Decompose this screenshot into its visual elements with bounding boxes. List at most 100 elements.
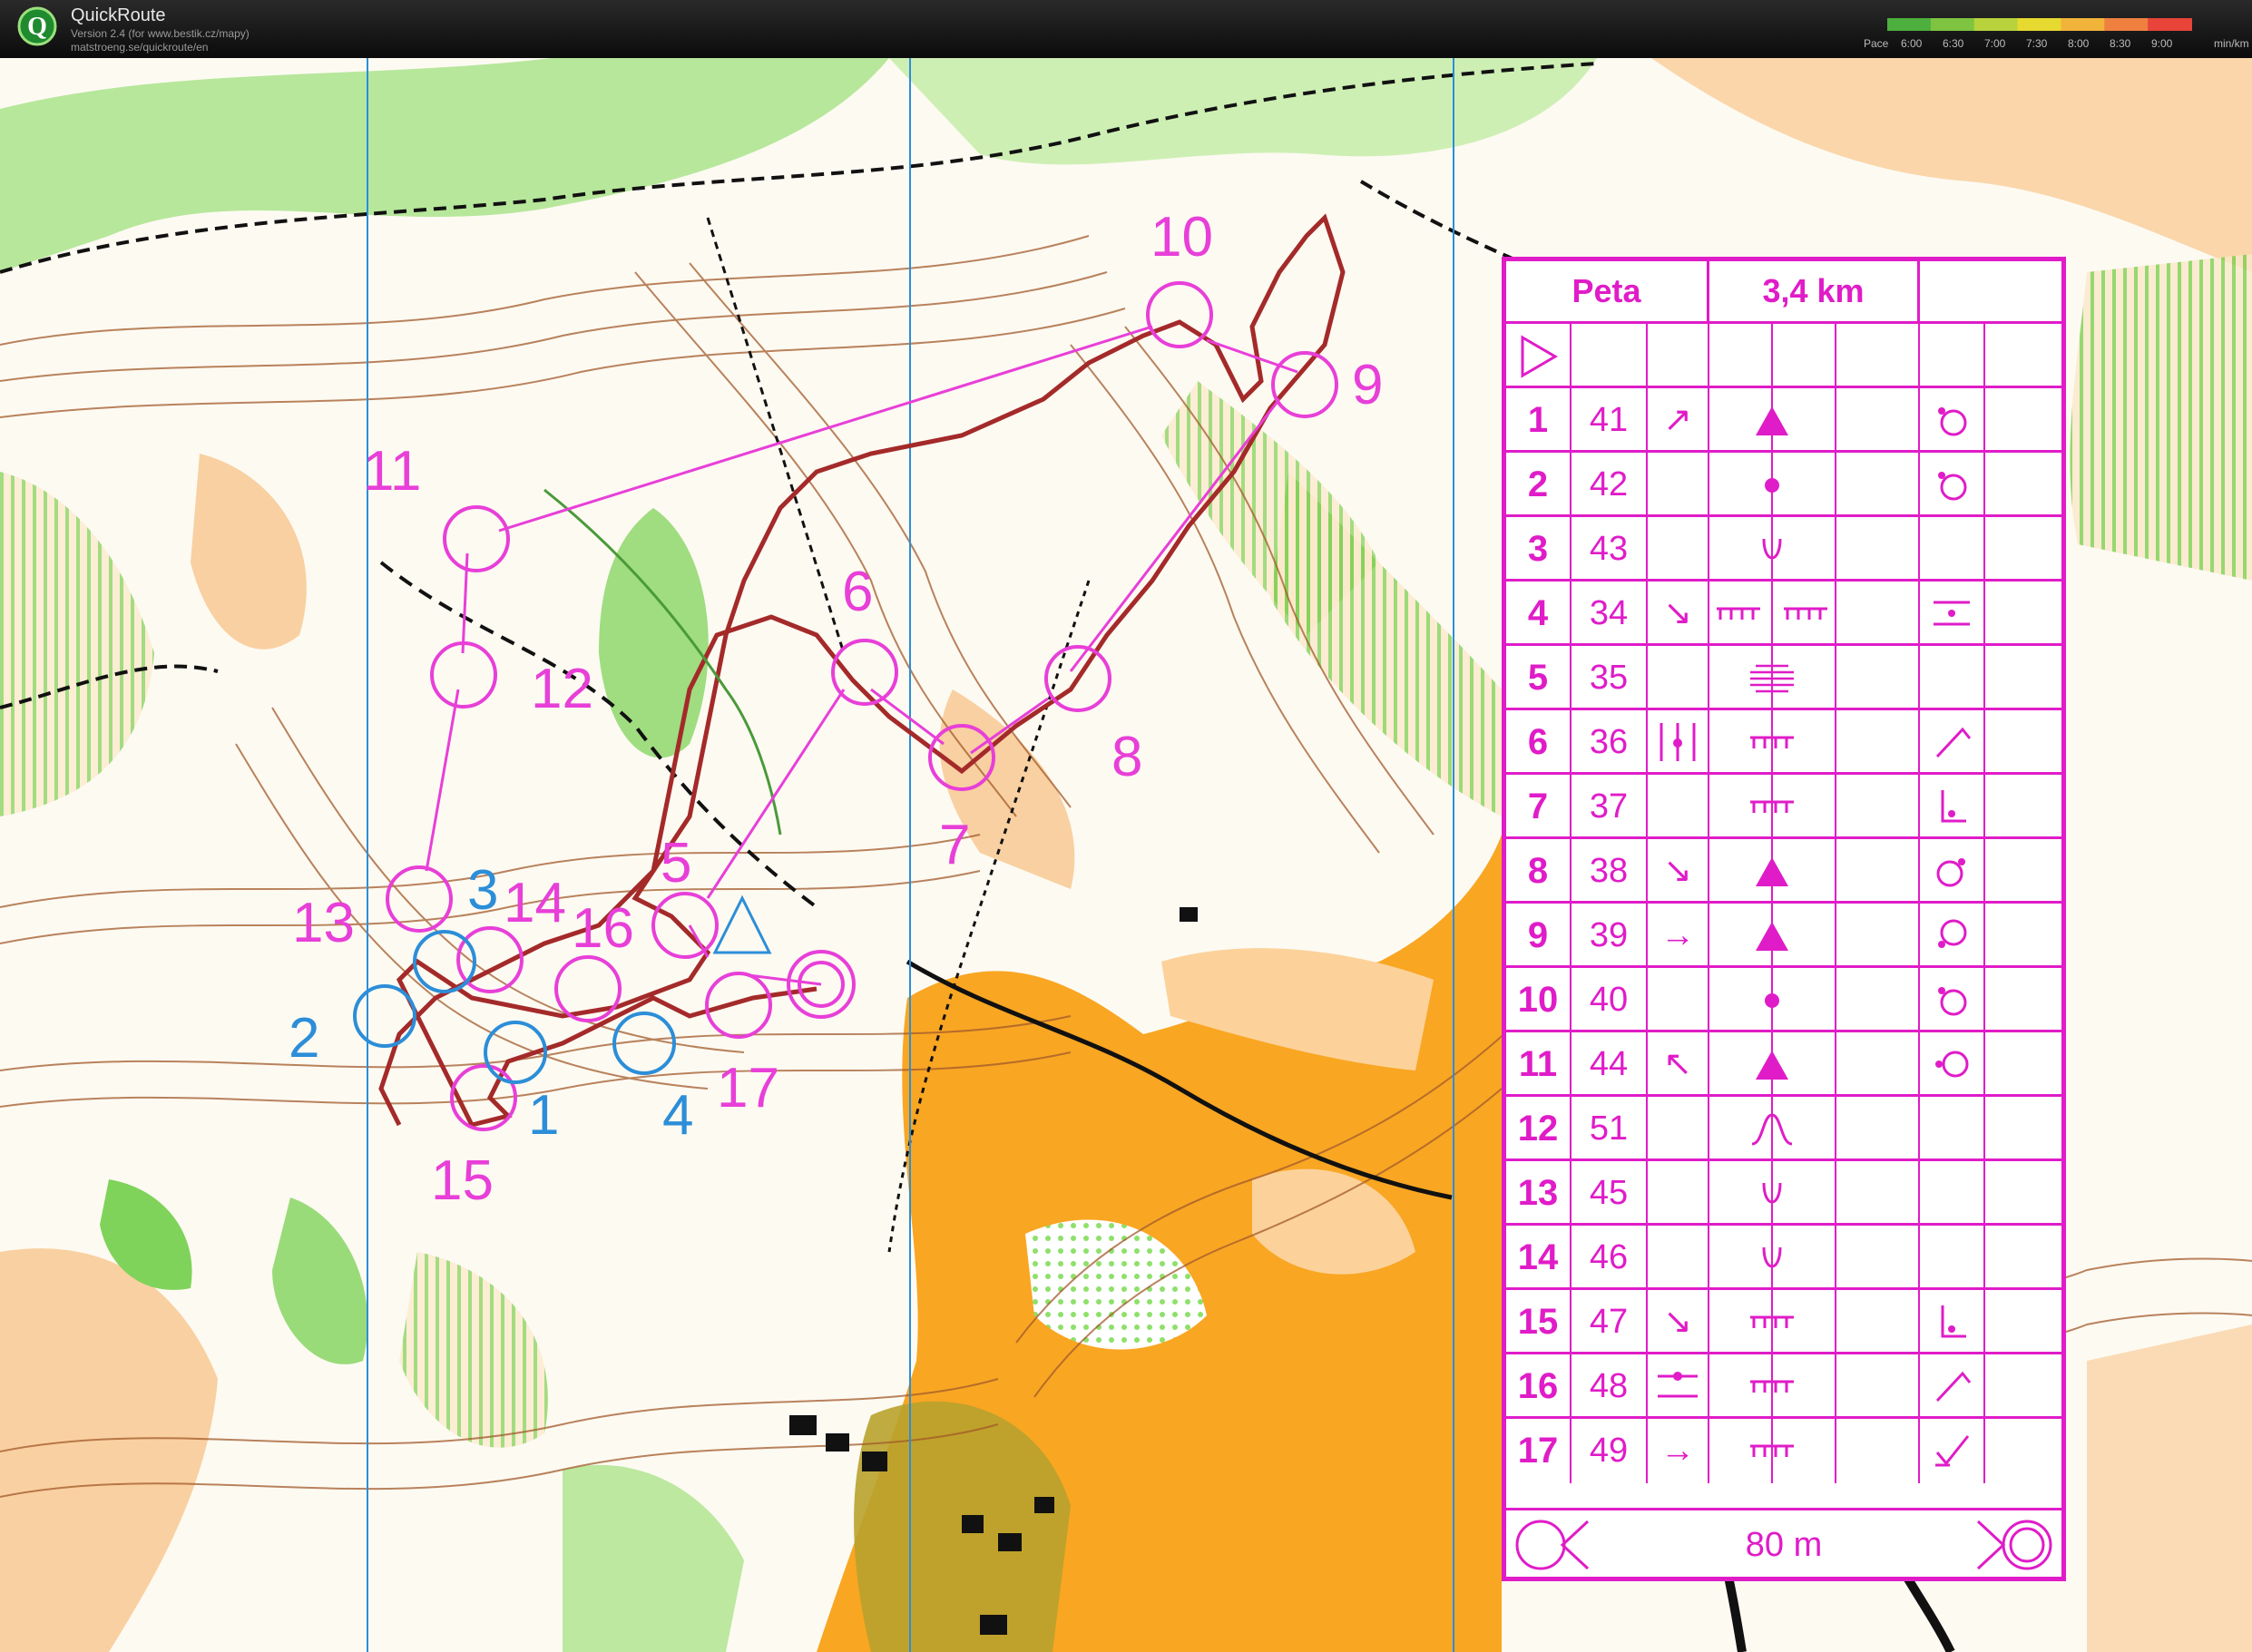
control-row-9: 9 39 → (1506, 901, 2061, 968)
control-label-12: 12 (531, 658, 593, 720)
control-number: 10 (1506, 968, 1572, 1032)
control-row-10: 10 40 (1506, 965, 2061, 1032)
cliff-icon (1709, 1290, 1836, 1354)
finish-row: 80 m (1506, 1508, 2061, 1579)
other-cell (1985, 839, 2061, 904)
control-row-16: 16 48 (1506, 1352, 2061, 1419)
triangle-icon (1709, 904, 1836, 968)
other-cell (1985, 1097, 2061, 1161)
appearance-cell (1836, 453, 1920, 517)
pace-color-segment (1930, 18, 1975, 31)
control-code: 49 (1572, 1419, 1648, 1483)
pace-tick-label: 8:00 (2068, 37, 2090, 50)
where-cell (1920, 646, 1985, 710)
control-code: 35 (1572, 646, 1648, 710)
control-row-1: 1 41 ↗ (1506, 386, 2061, 453)
where-o-bl-icon (1920, 904, 1985, 968)
control-code: 42 (1572, 453, 1648, 517)
direction-cell (1648, 453, 1709, 517)
control-row-11: 11 44 ↖ (1506, 1030, 2061, 1097)
where-o-l-icon (1920, 1032, 1985, 1097)
direction-cell: → (1648, 1419, 1709, 1483)
control-label-14: 14 (504, 872, 566, 934)
pace-color-segment (1973, 18, 2019, 31)
other-cell (1985, 388, 2061, 453)
depression-icon (1709, 517, 1836, 582)
control-number: 6 (1506, 710, 1572, 775)
other-cell (1985, 1354, 2061, 1419)
control-row-12: 12 51 (1506, 1094, 2061, 1161)
control-label-11: 11 (363, 440, 421, 503)
start-row (1506, 321, 2061, 388)
dot-icon (1709, 968, 1836, 1032)
control-label-7: 7 (939, 814, 970, 876)
pace-tick-label: 9:00 (2151, 37, 2173, 50)
control-number: 5 (1506, 646, 1572, 710)
other-cell (1985, 1226, 2061, 1290)
direction-cell (1648, 517, 1709, 582)
direction-cell: ↗ (1648, 388, 1709, 453)
pace-legend-label: Pace (1864, 37, 1889, 50)
control-code: 36 (1572, 710, 1648, 775)
control-number: 2 (1506, 453, 1572, 517)
control-label-17: 17 (717, 1057, 779, 1119)
appearance-cell (1836, 904, 1920, 968)
other-cell (1985, 517, 2061, 582)
control-description-sheet: Peta 3,4 km 1 41 ↗ 2 42 3 43 4 34 ↘ 5 35 6 36 7 37 8 38 ↘ 9… (1502, 257, 2066, 1581)
appearance-cell (1836, 1290, 1920, 1354)
appearance-cell (1836, 582, 1920, 646)
control-label-13: 13 (292, 892, 355, 954)
triangle-icon (1709, 1032, 1836, 1097)
terrace-icon (1709, 646, 1836, 710)
control-number: 1 (1506, 388, 1572, 453)
control-number: 11 (1506, 1032, 1572, 1097)
where-corner-icon (1920, 1354, 1985, 1419)
appearance-cell (1836, 1097, 1920, 1161)
control-code: 39 (1572, 904, 1648, 968)
spur-icon (1709, 1097, 1836, 1161)
control-row-4: 4 34 ↘ (1506, 579, 2061, 646)
appearance-cell (1836, 1032, 1920, 1097)
other-cell (1985, 904, 2061, 968)
course-name: Peta (1506, 261, 1709, 321)
blue-control-label-4: 4 (662, 1084, 693, 1147)
app-version: Version 2.4 (for www.bestik.cz/mapy) (71, 27, 250, 40)
start-symbol-cell (1506, 324, 1572, 388)
control-code: 46 (1572, 1226, 1648, 1290)
pace-legend-bar (1887, 18, 2192, 31)
direction-icon (1648, 1354, 1709, 1419)
finish-circle-icon (1976, 1520, 2052, 1570)
appearance-cell (1836, 1354, 1920, 1419)
control-number: 3 (1506, 517, 1572, 582)
appearance-cell (1836, 839, 1920, 904)
appearance-cell (1836, 1161, 1920, 1226)
appearance-cell (1836, 646, 1920, 710)
control-label-9: 9 (1352, 354, 1383, 416)
appearance-cell (1836, 388, 1920, 453)
control-row-2: 2 42 (1506, 450, 2061, 517)
control-row-3: 3 43 (1506, 514, 2061, 582)
where-corner-icon (1920, 710, 1985, 775)
blue-control-label-3: 3 (467, 859, 498, 922)
control-label-15: 15 (431, 1149, 494, 1212)
control-code: 40 (1572, 968, 1648, 1032)
other-cell (1985, 710, 2061, 775)
pace-color-segment (2148, 18, 2192, 31)
course-length: 3,4 km (1709, 261, 1920, 321)
pace-color-segment (2017, 18, 2062, 31)
app-title: QuickRoute (71, 5, 166, 25)
control-number: 15 (1506, 1290, 1572, 1354)
direction-cell (1648, 646, 1709, 710)
pace-tick-label: 6:30 (1943, 37, 1964, 50)
pace-legend-unit: min/km (2214, 37, 2249, 50)
control-row-15: 15 47 ↘ (1506, 1287, 2061, 1354)
pace-color-segment (2104, 18, 2149, 31)
other-cell (1985, 582, 2061, 646)
title-bar: Q QuickRoute Version 2.4 (for www.bestik… (0, 0, 2252, 58)
control-number: 13 (1506, 1161, 1572, 1226)
appearance-cell (1836, 968, 1920, 1032)
other-cell (1985, 1290, 2061, 1354)
control-number: 17 (1506, 1419, 1572, 1483)
control-row-5: 5 35 (1506, 643, 2061, 710)
control-label-5: 5 (661, 832, 691, 894)
